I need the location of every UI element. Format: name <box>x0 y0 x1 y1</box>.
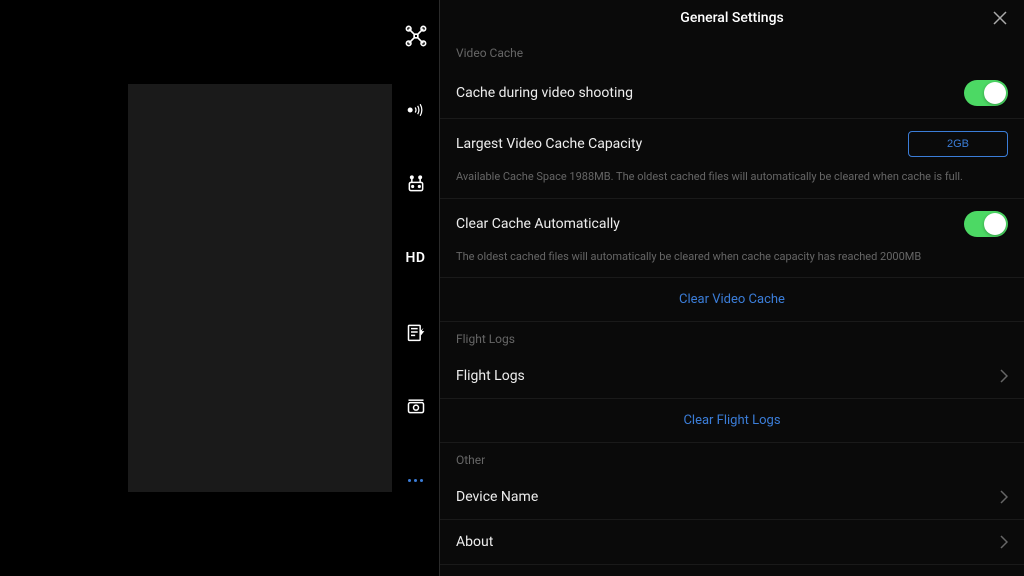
cache-during-shooting-toggle[interactable] <box>964 80 1008 106</box>
close-button[interactable] <box>992 10 1008 26</box>
flight-logs-section-label: Flight Logs <box>440 322 1024 354</box>
flight-logs-label: Flight Logs <box>456 368 525 384</box>
clear-auto-toggle[interactable] <box>964 211 1008 237</box>
clear-auto-help-text: The oldest cached files will automatical… <box>440 249 1024 279</box>
hd-icon[interactable]: HD <box>404 246 428 270</box>
largest-capacity-label: Largest Video Cache Capacity <box>456 136 642 152</box>
available-space-help-text: Available Cache Space 1988MB. The oldest… <box>440 169 1024 199</box>
settings-sidebar: HD <box>392 0 440 576</box>
clear-video-cache-link[interactable]: Clear Video Cache <box>440 278 1024 322</box>
cache-during-shooting-label: Cache during video shooting <box>456 85 633 101</box>
clear-auto-label: Clear Cache Automatically <box>456 216 620 232</box>
video-cache-section-label: Video Cache <box>440 36 1024 68</box>
device-name-row[interactable]: Device Name <box>440 475 1024 520</box>
battery-icon[interactable] <box>404 320 428 344</box>
drone-icon[interactable] <box>404 24 428 48</box>
remote-controller-icon[interactable] <box>404 172 428 196</box>
more-icon[interactable] <box>404 468 428 492</box>
video-preview-panel <box>128 84 392 492</box>
other-section-label: Other <box>440 443 1024 475</box>
panel-title: General Settings <box>680 10 783 26</box>
camera-icon[interactable] <box>404 394 428 418</box>
about-row[interactable]: About <box>440 520 1024 565</box>
device-name-label: Device Name <box>456 489 538 505</box>
about-label: About <box>456 534 493 550</box>
clear-auto-row: Clear Cache Automatically <box>440 199 1024 249</box>
settings-panel: General Settings Video Cache Cache durin… <box>440 0 1024 576</box>
cache-during-shooting-row: Cache during video shooting <box>440 68 1024 119</box>
clear-flight-logs-link[interactable]: Clear Flight Logs <box>440 399 1024 443</box>
largest-capacity-row: Largest Video Cache Capacity 2GB <box>440 119 1024 169</box>
panel-header: General Settings <box>440 0 1024 36</box>
chevron-right-icon <box>1000 535 1008 549</box>
toggle-knob <box>984 82 1006 104</box>
chevron-right-icon <box>1000 490 1008 504</box>
toggle-knob <box>984 213 1006 235</box>
capacity-button[interactable]: 2GB <box>908 131 1008 157</box>
flight-logs-row[interactable]: Flight Logs <box>440 354 1024 399</box>
signal-icon[interactable] <box>404 98 428 122</box>
chevron-right-icon <box>1000 369 1008 383</box>
